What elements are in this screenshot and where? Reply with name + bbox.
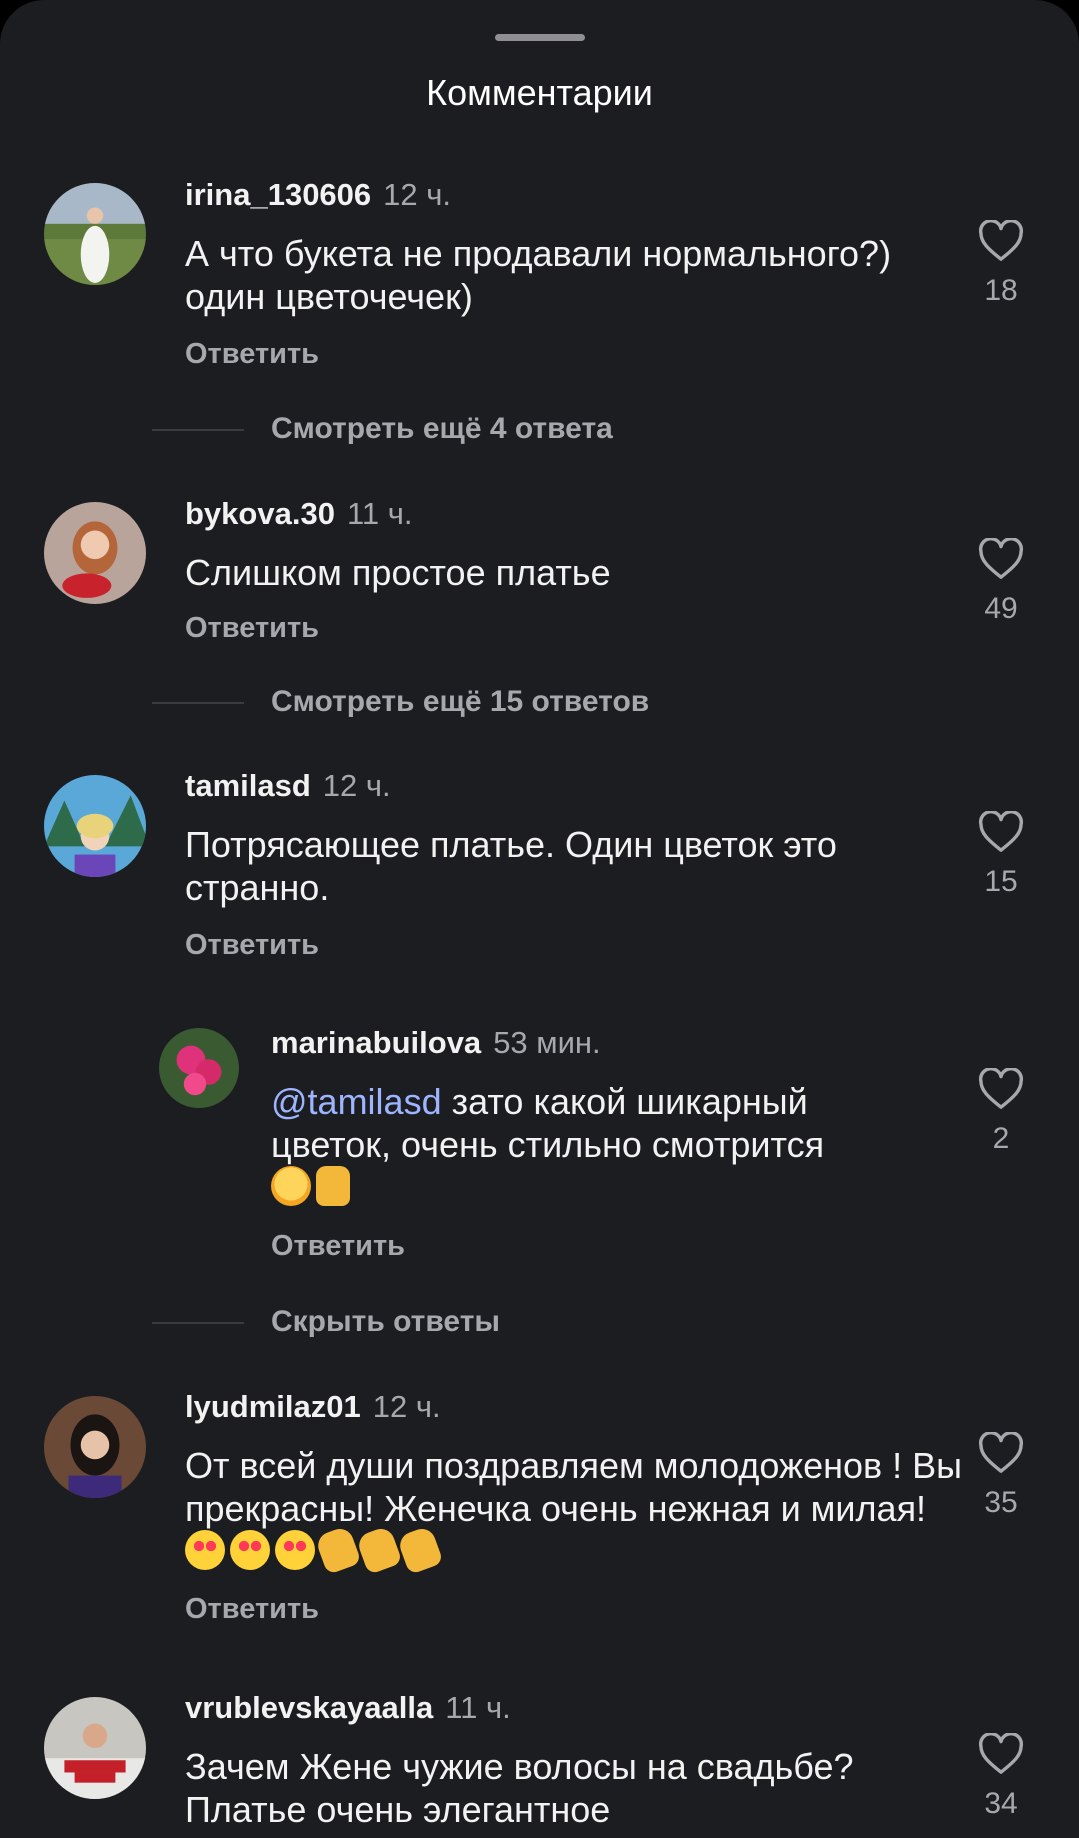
like-button[interactable]: 49 <box>971 538 1031 626</box>
like-count: 35 <box>984 1486 1018 1519</box>
clapping-hands-emoji <box>314 1525 362 1575</box>
username[interactable]: marinabuilova <box>271 1025 481 1060</box>
timestamp: 12 ч. <box>372 1389 441 1424</box>
like-button[interactable]: 18 <box>971 220 1031 308</box>
like-count: 49 <box>984 592 1018 625</box>
heart-outline-icon <box>978 1733 1024 1774</box>
sheet-title: Комментарии <box>426 72 653 113</box>
avatar[interactable] <box>44 502 146 604</box>
clapping-hands-emoji <box>396 1525 444 1575</box>
heart-eyes-emoji <box>185 1530 225 1570</box>
timestamp: 53 мин. <box>493 1025 601 1060</box>
like-count: 2 <box>992 1122 1010 1155</box>
clapping-hands-emoji <box>355 1525 403 1575</box>
like-count: 34 <box>984 1787 1018 1820</box>
timestamp: 12 ч. <box>322 768 391 803</box>
thread-divider <box>152 1322 244 1324</box>
comment-text: А что букета не продавали нормального?) … <box>185 233 892 317</box>
username[interactable]: irina_130606 <box>185 177 371 212</box>
thread-divider <box>152 702 244 704</box>
reply-button[interactable]: Ответить <box>185 929 319 962</box>
view-more-replies-link[interactable]: Смотреть ещё 15 ответов <box>271 685 649 719</box>
like-count: 15 <box>984 865 1018 898</box>
reply-button[interactable]: Ответить <box>185 612 319 645</box>
reply-button[interactable]: Ответить <box>185 338 319 371</box>
hide-replies-link[interactable]: Скрыть ответы <box>271 1305 500 1339</box>
username[interactable]: vrublevskayaalla <box>185 1690 433 1725</box>
like-button[interactable]: 2 <box>971 1068 1031 1156</box>
thread-divider <box>152 429 244 431</box>
heart-outline-icon <box>978 811 1024 852</box>
comments-sheet: Комментарии irina_130606 12 ч. А что буке… <box>0 0 1079 1838</box>
timestamp: 11 ч. <box>445 1690 511 1725</box>
like-button[interactable]: 35 <box>971 1432 1031 1520</box>
username[interactable]: bykova.30 <box>185 496 335 531</box>
heart-eyes-emoji <box>275 1530 315 1570</box>
timestamp: 12 ч. <box>383 177 452 212</box>
avatar[interactable] <box>44 1396 146 1498</box>
reply-button[interactable]: Ответить <box>185 1593 319 1626</box>
avatar[interactable] <box>159 1028 239 1108</box>
comment-text: Слишком простое платье <box>185 552 611 593</box>
comment-text: От всей души поздравляем молодоженов ! В… <box>185 1444 965 1575</box>
timestamp: 11 ч. <box>346 496 413 531</box>
avatar[interactable] <box>44 1697 146 1799</box>
avatar[interactable] <box>44 775 146 877</box>
reply-button[interactable]: Ответить <box>271 1230 405 1263</box>
heart-outline-icon <box>978 538 1024 579</box>
username[interactable]: lyudmilaz01 <box>185 1389 361 1424</box>
avatar[interactable] <box>44 183 146 285</box>
comment-text: Потрясающее платье. Один цветок это стра… <box>185 824 837 908</box>
like-button[interactable]: 34 <box>971 1733 1031 1821</box>
like-button[interactable]: 15 <box>971 811 1031 899</box>
like-count: 18 <box>984 274 1018 307</box>
comment-body: От всей души поздравляем молодоженов ! В… <box>185 1445 963 1529</box>
mention-link[interactable]: @tamilasd <box>271 1081 442 1122</box>
heart-outline-icon <box>978 1432 1024 1473</box>
heart-outline-icon <box>978 220 1024 261</box>
comment-text: @tamilasd зато какой шикарный цветок, оч… <box>271 1080 911 1209</box>
drag-handle[interactable] <box>495 34 585 41</box>
username[interactable]: tamilasd <box>185 768 311 803</box>
view-more-replies-link[interactable]: Смотреть ещё 4 ответа <box>271 412 613 446</box>
comment-text: Зачем Жене чужие волосы на свадьбе? Плат… <box>185 1746 854 1830</box>
heart-eyes-emoji <box>230 1530 270 1570</box>
heart-outline-icon <box>978 1068 1024 1109</box>
hugging-face-emoji <box>271 1166 311 1206</box>
thumbs-up-emoji <box>316 1166 350 1206</box>
